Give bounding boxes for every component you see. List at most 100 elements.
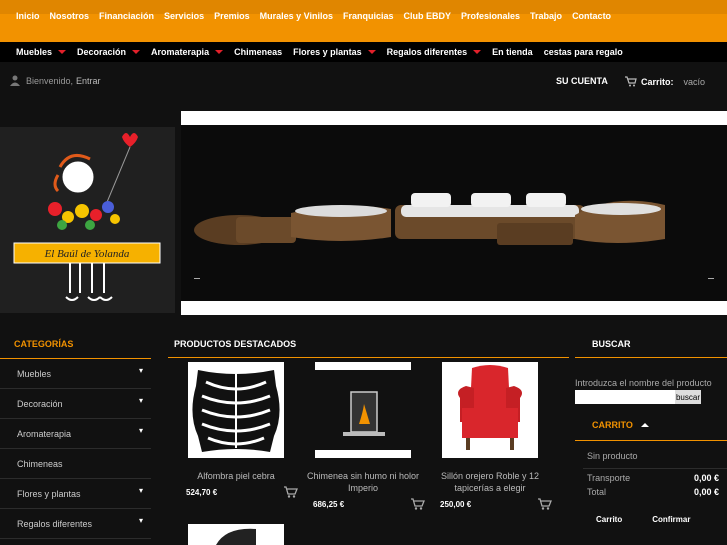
category-nav-label: Chimeneas xyxy=(234,47,283,57)
top-nav-item[interactable]: Contacto xyxy=(572,11,611,21)
category-label: Muebles xyxy=(17,369,52,379)
expand-chevron-icon[interactable]: ▾ xyxy=(139,397,143,405)
category-nav-item[interactable]: En tienda xyxy=(492,47,533,57)
cart-row-shipping: Transporte 0,00 € xyxy=(575,473,727,487)
cart-divider xyxy=(575,440,727,441)
view-cart-button[interactable]: Carrito xyxy=(596,515,622,524)
category-nav-label: Muebles xyxy=(16,47,53,57)
category-nav-item[interactable]: Decoración xyxy=(77,47,141,57)
add-to-cart-icon[interactable] xyxy=(284,486,298,498)
cart-block-title[interactable]: CARRITO xyxy=(575,420,727,430)
category-label: Aromaterapia xyxy=(17,429,72,439)
featured-divider xyxy=(168,357,569,358)
top-nav-item[interactable]: Franquicias xyxy=(343,11,394,21)
add-to-cart-icon[interactable] xyxy=(538,498,552,510)
search-title: BUSCAR xyxy=(592,339,631,349)
armchair-image[interactable] xyxy=(442,362,538,458)
category-item[interactable]: Muebles ▾ xyxy=(0,359,151,389)
search-button[interactable]: buscar xyxy=(675,390,701,404)
store-logo[interactable]: El Baúl de Yolanda xyxy=(0,127,175,313)
cart-label: Carrito: xyxy=(641,76,674,87)
top-nav-item[interactable]: Nosotros xyxy=(50,11,90,21)
cart-separator xyxy=(583,468,727,469)
product-price: 686,25 € xyxy=(313,500,345,509)
product-name[interactable]: Alfombra piel cebra xyxy=(176,470,296,482)
category-nav-item[interactable]: Chimeneas xyxy=(234,47,282,57)
welcome-text: Bienvenido, xyxy=(26,75,74,86)
cart-row-total: Total 0,00 € xyxy=(575,487,727,501)
dropdown-caret-icon xyxy=(132,50,141,54)
category-nav-label: Decoración xyxy=(77,47,127,57)
category-nav-item[interactable]: Flores y plantas xyxy=(293,47,376,57)
categories-list: Muebles ▾ Decoración ▾ Aromaterapia ▾ Chimenea… xyxy=(0,359,151,539)
collapse-arrow-icon[interactable] xyxy=(640,423,649,427)
dropdown-caret-icon xyxy=(473,50,482,54)
logo-text: El Baúl de Yolanda xyxy=(44,248,130,260)
cart-icon xyxy=(625,76,637,87)
top-nav-item[interactable]: Premios xyxy=(214,11,250,21)
top-nav-item[interactable]: Servicios xyxy=(164,11,204,21)
dropdown-caret-icon xyxy=(58,50,67,54)
category-item[interactable]: Regalos diferentes ▾ xyxy=(0,509,151,539)
category-item[interactable]: Aromaterapia ▾ xyxy=(0,419,151,449)
slider-prev[interactable] xyxy=(194,278,200,279)
categories-title: CATEGORÍAS xyxy=(14,339,74,349)
category-nav-label: cestas para regalo xyxy=(543,47,623,57)
category-item[interactable]: Chimeneas xyxy=(0,449,151,479)
product-image-partial[interactable] xyxy=(188,524,284,545)
add-to-cart-icon[interactable] xyxy=(411,498,425,510)
slider-image xyxy=(181,125,727,301)
search-hint: Introduzca el nombre del producto xyxy=(575,378,712,388)
login-link[interactable]: Entrar xyxy=(76,76,101,86)
welcome-message: Bienvenido, Entrar xyxy=(10,75,101,86)
hero-slider[interactable] xyxy=(181,111,727,315)
expand-chevron-icon[interactable]: ▾ xyxy=(139,517,143,525)
fireplace-image[interactable] xyxy=(315,362,411,458)
dropdown-caret-icon xyxy=(215,50,224,54)
category-label: Flores y plantas xyxy=(17,489,81,499)
top-nav-item[interactable]: Club EBDY xyxy=(404,11,452,21)
header-cart[interactable]: Carrito: vacío xyxy=(625,76,705,87)
product-name[interactable]: Sillón orejero Roble y 12 tapicerías a e… xyxy=(430,470,550,494)
category-nav-item[interactable]: Aromaterapia xyxy=(151,47,224,57)
category-label: Chimeneas xyxy=(17,459,63,469)
top-navigation: Inicio Nosotros Financiación Servicios Premi… xyxy=(0,0,727,42)
search-input[interactable] xyxy=(575,390,675,404)
slider-next[interactable] xyxy=(708,278,714,279)
cart-empty-text: Sin producto xyxy=(575,451,727,465)
product-name[interactable]: Chimenea sin humo ni holor Imperio xyxy=(303,470,423,494)
shipping-value: 0,00 € xyxy=(693,473,719,483)
user-icon xyxy=(10,75,20,86)
category-nav-item[interactable]: Regalos diferentes xyxy=(387,47,482,57)
category-item[interactable]: Flores y plantas ▾ xyxy=(0,479,151,509)
top-nav-item[interactable]: Financiación xyxy=(99,11,154,21)
top-nav-list: Inicio Nosotros Financiación Servicios Premi… xyxy=(0,2,727,30)
cart-status: vacío xyxy=(683,76,706,87)
chair-photo-cropped xyxy=(216,528,256,545)
category-nav-list: Muebles Decoración Aromaterapia Chimeneas Fl… xyxy=(0,42,727,62)
checkout-button[interactable]: Confirmar xyxy=(652,515,690,524)
top-nav-item[interactable]: Murales y Vinilos xyxy=(260,11,333,21)
top-nav-item[interactable]: Profesionales xyxy=(461,11,520,21)
featured-title: PRODUCTOS DESTACADOS xyxy=(174,339,297,349)
category-item[interactable]: Decoración ▾ xyxy=(0,389,151,419)
top-nav-item[interactable]: Trabajo xyxy=(530,11,562,21)
expand-chevron-icon[interactable]: ▾ xyxy=(139,367,143,375)
category-nav-label: Flores y plantas xyxy=(293,47,362,57)
top-nav-item[interactable]: Inicio xyxy=(16,11,40,21)
expand-chevron-icon[interactable]: ▾ xyxy=(139,487,143,495)
category-nav-label: Regalos diferentes xyxy=(386,47,468,57)
expand-chevron-icon[interactable]: ▾ xyxy=(139,427,143,435)
product-price: 524,70 € xyxy=(186,488,218,497)
product-card: Alfombra piel cebra 524,70 € xyxy=(176,362,298,498)
zebra-rug-image[interactable] xyxy=(188,362,284,458)
total-value: 0,00 € xyxy=(693,487,719,497)
total-label: Total xyxy=(587,487,607,497)
search-divider xyxy=(575,357,727,358)
product-card: Chimenea sin humo ni holor Imperio 686,2… xyxy=(303,362,425,510)
account-link[interactable]: SU CUENTA xyxy=(556,76,608,86)
shipping-label: Transporte xyxy=(587,473,631,483)
category-nav-label: Aromaterapia xyxy=(151,47,210,57)
category-nav-item[interactable]: Muebles xyxy=(16,47,67,57)
category-nav-item[interactable]: cestas para regalo xyxy=(544,47,623,57)
